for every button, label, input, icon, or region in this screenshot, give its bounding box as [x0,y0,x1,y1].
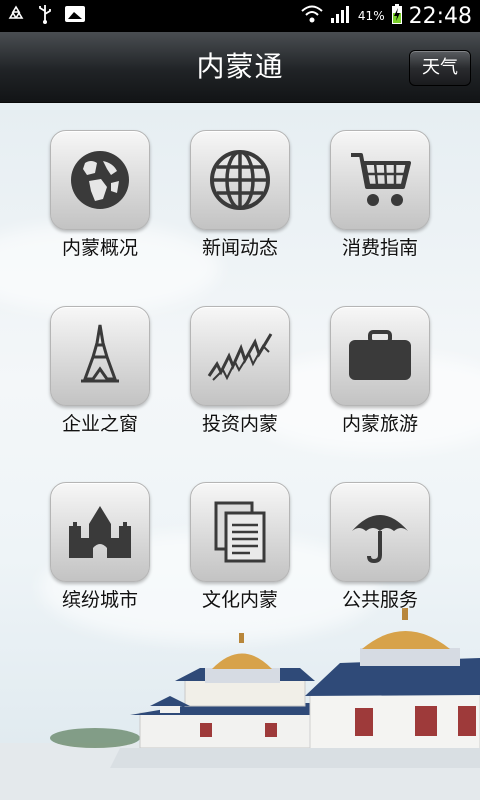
icon-tile [50,482,150,582]
page-title: 内蒙通 [196,50,284,83]
signal-icon [330,4,352,28]
menu-item-label: 投资内蒙 [201,413,278,435]
globe-icon [71,151,129,209]
umbrella-icon [352,515,408,564]
menu-item-overview[interactable]: 内蒙概况 [30,130,170,264]
menu-item-label: 内蒙概况 [61,237,138,259]
recycle-icon [6,4,26,28]
usb-icon [36,3,54,29]
icon-tile [330,306,430,406]
battery-charging-icon [391,3,403,29]
icon-tile [190,130,290,230]
shopping-cart-icon [351,153,411,206]
gallery-notification-icon [64,4,86,28]
menu-grid: 内蒙概况 新闻动态 消费指南 企业之窗 投资内蒙 内蒙旅游 缤纷城市 文化内蒙 … [30,130,450,616]
title-bar: 内蒙通 天气 [0,32,480,103]
battery-percent: 41% [357,9,385,23]
icon-tile [50,306,150,406]
menu-item-label: 文化内蒙 [201,589,278,611]
status-bar: 41% 22:48 [0,0,480,32]
icon-tile [50,130,150,230]
stock-chart-icon [207,333,273,381]
menu-item-consumer-guide[interactable]: 消费指南 [310,130,450,264]
icon-tile [330,130,430,230]
suitcase-icon [349,330,411,380]
menu-item-label: 消费指南 [341,237,418,259]
castle-icon [69,506,131,558]
menu-item-label: 公共服务 [341,589,418,611]
menu-item-enterprise[interactable]: 企业之窗 [30,306,170,440]
menu-item-news[interactable]: 新闻动态 [170,130,310,264]
menu-item-label: 新闻动态 [201,237,278,259]
icon-tile [330,482,430,582]
wifi-icon [300,4,324,28]
menu-item-invest[interactable]: 投资内蒙 [170,306,310,440]
menu-item-label: 企业之窗 [61,413,138,435]
menu-item-label: 缤纷城市 [61,589,138,611]
menu-item-cities[interactable]: 缤纷城市 [30,482,170,616]
menu-item-tourism[interactable]: 内蒙旅游 [310,306,450,440]
icon-tile [190,306,290,406]
icon-tile [190,482,290,582]
menu-item-label: 内蒙旅游 [341,413,418,435]
menu-item-culture[interactable]: 文化内蒙 [170,482,310,616]
world-grid-icon [210,150,270,210]
documents-icon [214,501,266,563]
weather-button[interactable]: 天气 [409,50,471,86]
menu-item-public-service[interactable]: 公共服务 [310,482,450,616]
eiffel-tower-icon [81,324,119,383]
clock: 22:48 [408,3,472,29]
